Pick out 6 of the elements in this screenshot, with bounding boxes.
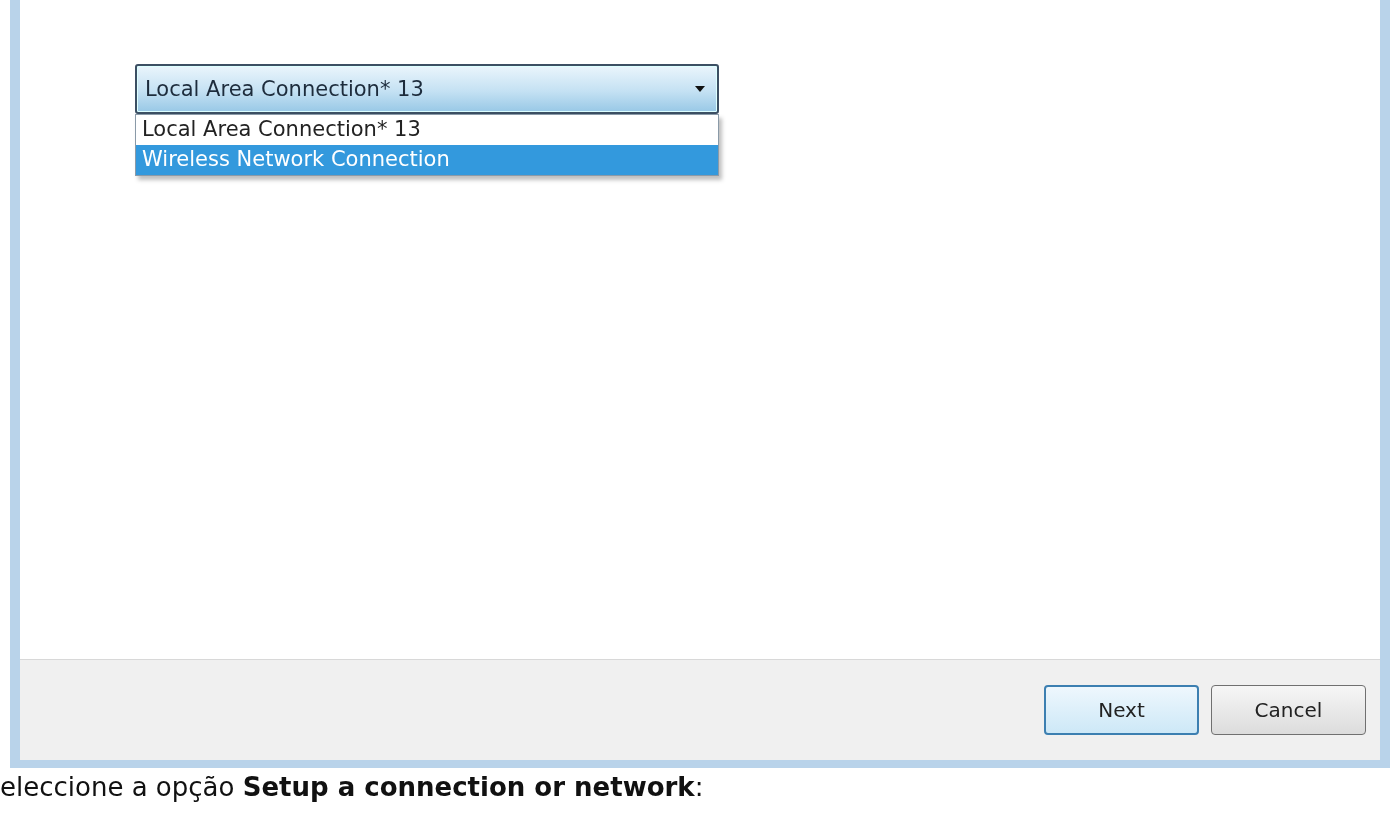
connection-dropdown[interactable]: Local Area Connection* 13 [135, 64, 719, 114]
instruction-text: eleccione a opção Setup a connection or network: [0, 772, 705, 802]
caret-icon [695, 86, 705, 92]
dialog-button[interactable]: Cancel [1211, 685, 1366, 735]
dropdown-option[interactable]: Local Area Connection* 13 [136, 115, 718, 145]
dialog-button[interactable]: Next [1044, 685, 1199, 735]
